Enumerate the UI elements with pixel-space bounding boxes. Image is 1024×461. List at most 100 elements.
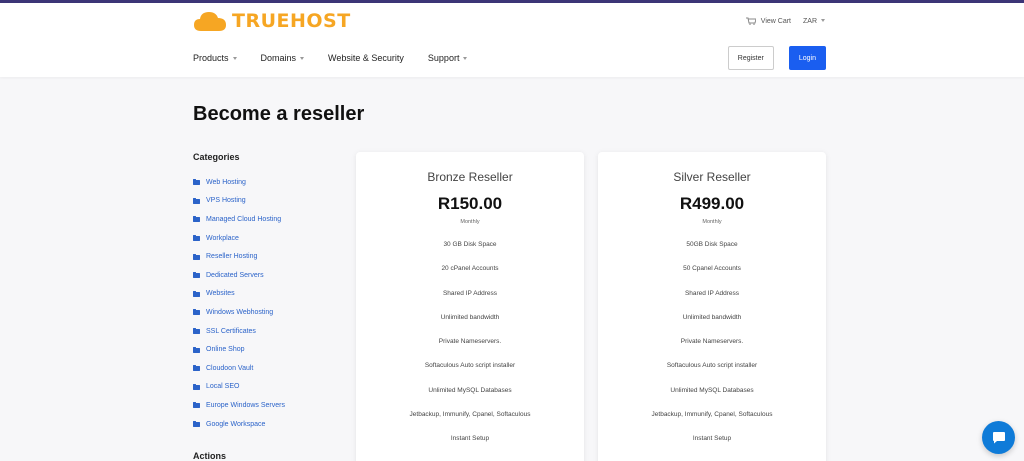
actions-heading: Actions [193,451,227,461]
nav-domains[interactable]: Domains [261,53,305,63]
folder-icon [193,383,200,390]
register-button[interactable]: Register [727,46,774,70]
categories-list: Web Hosting VPS Hosting Managed Cloud Host… [193,173,343,433]
page-title: Become a reseller [193,103,365,125]
chevron-down-icon [232,56,237,60]
plan-feature: Instant Setup [692,435,732,443]
site-header: TRUEHOST View Cart ZAR Products Domains … [0,3,1024,77]
folder-icon [193,272,200,279]
plan-price: R150.00 [437,194,503,213]
category-link[interactable]: Local SEO [193,378,343,397]
nav-support[interactable]: Support [428,53,468,63]
category-label: Google Workspace [206,420,266,428]
folder-icon [193,346,200,353]
plan-card-silver: Silver Reseller R499.00 Monthly 50GB Dis… [598,152,826,461]
plan-period: Monthly [702,219,722,225]
category-link[interactable]: Cloudoon Vault [193,359,343,378]
login-button[interactable]: Login [788,46,826,70]
category-link[interactable]: Windows Webhosting [193,303,343,322]
folder-icon [193,216,200,223]
category-link[interactable]: Workplace [193,229,343,248]
nav-label: Domains [260,53,297,63]
cloud-icon [194,12,226,31]
folder-icon [193,421,200,428]
category-link[interactable]: SSL Certificates [193,322,343,341]
category-label: Workplace [206,234,239,242]
folder-icon [193,309,200,316]
nav-website-security[interactable]: Website & Security [328,53,404,63]
chat-bubble-icon [992,432,1005,444]
folder-icon [193,197,200,204]
plan-features: 50GB Disk Space 50 Cpanel Accounts Shared … [598,238,826,457]
nav-label: Products [193,53,229,63]
folder-icon [193,253,200,260]
folder-icon [193,179,200,186]
category-link[interactable]: Online Shop [193,340,343,359]
folder-icon [193,235,200,242]
brand-name: TRUEHOST [232,10,351,32]
chevron-down-icon [821,19,825,23]
plan-feature: 50GB Disk Space [686,241,738,248]
chat-widget-button[interactable] [982,421,1015,454]
category-label: Local SEO [206,383,240,391]
plan-name: Silver Reseller [673,170,751,184]
plan-feature: Softaculous Auto script installer [666,362,758,370]
category-link[interactable]: Dedicated Servers [193,266,343,285]
plan-feature: Unlimited MySQL Databases [428,386,512,394]
plan-feature: Shared IP Address [684,289,740,297]
category-label: Online Shop [206,346,245,354]
plan-feature: Jetbackup, Immunify, Cpanel, Softaculous [409,411,531,419]
plan-card-bronze: Bronze Reseller R150.00 Monthly 30 GB Di… [356,152,584,461]
category-link[interactable]: Europe Windows Servers [193,396,343,415]
category-link[interactable]: Reseller Hosting [193,247,343,266]
logo[interactable]: TRUEHOST [193,10,351,32]
folder-icon [193,328,200,335]
category-link[interactable]: VPS Hosting [193,192,343,211]
category-label: SSL Certificates [206,327,256,335]
category-label: Reseller Hosting [206,253,258,261]
category-label: Managed Cloud Hosting [206,215,282,223]
nav-products[interactable]: Products [193,53,237,63]
category-label: Web Hosting [206,178,246,186]
category-label: Cloudoon Vault [206,364,254,372]
category-label: Websites [206,290,235,298]
plan-feature: Instant Setup [450,435,490,443]
plan-feature: Shared IP Address [442,289,498,297]
plan-feature: 30 GB Disk Space [443,241,497,248]
folder-icon [193,402,200,409]
plan-feature: 20 cPanel Accounts [441,265,499,273]
plan-price: R499.00 [679,194,745,213]
view-cart-link[interactable]: View Cart [745,17,791,25]
plan-feature: Softaculous Auto script installer [424,362,516,370]
category-link[interactable]: Websites [193,285,343,304]
plan-feature: Private Nameservers. [680,338,744,346]
plan-features: 30 GB Disk Space 20 cPanel Accounts Shared… [356,238,584,457]
nav-label: Website & Security [328,53,404,63]
currency-label: ZAR [803,17,817,25]
category-label: VPS Hosting [206,197,246,205]
categories-sidebar: Categories Web Hosting VPS Hosting Managed… [193,152,343,433]
currency-selector[interactable]: ZAR [803,18,825,25]
plan-feature: Private Nameservers. [438,338,502,346]
plan-feature: Unlimited bandwidth [682,313,742,321]
nav-label: Support [427,53,460,63]
folder-icon [193,290,200,297]
category-link[interactable]: Web Hosting [193,173,343,192]
view-cart-label: View Cart [760,17,791,25]
category-label: Europe Windows Servers [206,401,285,409]
plan-feature: 50 Cpanel Accounts [683,265,741,273]
plan-feature: Unlimited bandwidth [440,313,500,321]
chevron-down-icon [300,56,305,60]
plan-name: Bronze Reseller [427,170,513,184]
categories-heading: Categories [193,152,240,162]
category-link[interactable]: Google Workspace [193,415,343,434]
plan-period: Monthly [460,219,480,225]
cart-icon [745,17,756,25]
plan-feature: Unlimited MySQL Databases [670,386,754,394]
category-label: Dedicated Servers [206,271,264,279]
chevron-down-icon [463,56,468,60]
category-link[interactable]: Managed Cloud Hosting [193,210,343,229]
folder-icon [193,365,200,372]
main-nav: Products Domains Website & Security Supp… [193,53,491,63]
category-label: Windows Webhosting [206,308,274,316]
